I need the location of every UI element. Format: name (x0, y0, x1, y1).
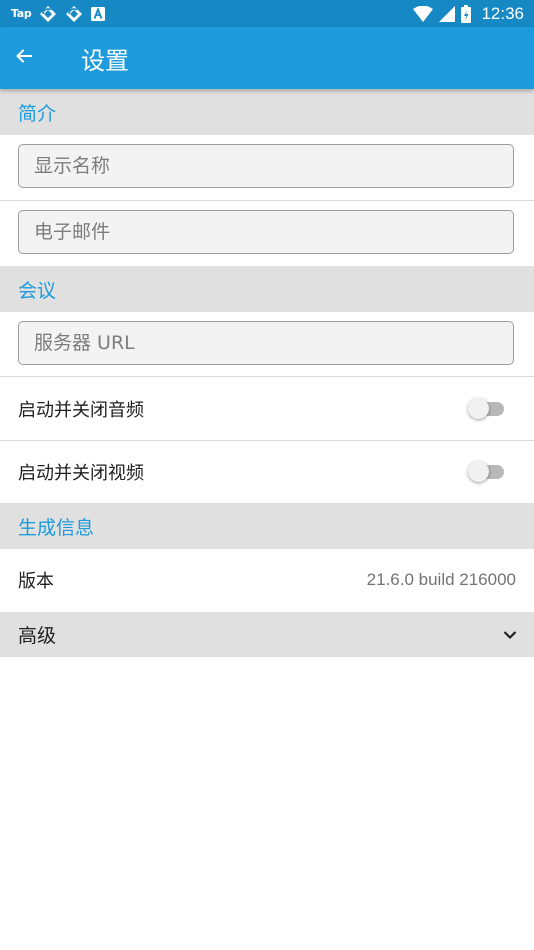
email-field[interactable] (18, 210, 514, 254)
video-muted-row[interactable]: 启动并关闭视频 (0, 441, 534, 503)
back-button[interactable] (0, 34, 48, 82)
section-header-profile: 简介 (0, 89, 534, 135)
advanced-label: 高级 (18, 625, 57, 647)
display-name-field[interactable] (18, 144, 514, 188)
email-input[interactable] (19, 210, 513, 254)
audio-muted-switch[interactable] (468, 397, 504, 421)
wifi-icon (413, 5, 434, 22)
signal-icon (439, 5, 456, 22)
audio-muted-row[interactable]: 启动并关闭音频 (0, 378, 534, 440)
switch-thumb (468, 461, 489, 482)
sync-icon (39, 5, 57, 23)
section-title-conference: 会议 (18, 279, 57, 302)
server-url-input[interactable] (19, 321, 513, 365)
a-app-icon (91, 6, 106, 21)
version-value: 21.6.0 build 216000 (366, 570, 516, 589)
video-muted-label: 启动并关闭视频 (18, 463, 144, 484)
sync-icon (65, 5, 83, 23)
divider (0, 376, 534, 377)
version-label: 版本 (18, 571, 54, 592)
audio-muted-label: 启动并关闭音频 (18, 400, 144, 421)
status-bar-notifications: Tap (0, 5, 106, 23)
chevron-down-icon (503, 630, 517, 640)
video-muted-switch[interactable] (468, 460, 504, 484)
section-header-conference: 会议 (0, 266, 534, 312)
page-title: 设置 (81, 46, 129, 75)
switch-thumb (468, 398, 489, 419)
section-title-build: 生成信息 (18, 516, 95, 539)
arrow-back-icon (15, 47, 33, 69)
version-row: 版本 21.6.0 build 216000 (0, 549, 534, 611)
status-bar-system: 12:36 (413, 4, 534, 24)
display-name-input[interactable] (19, 144, 513, 188)
divider (0, 200, 534, 201)
server-url-field[interactable] (18, 321, 514, 365)
app-bar: 设置 (0, 27, 534, 89)
tap-app-icon: Tap (11, 7, 32, 20)
battery-icon (461, 4, 472, 23)
section-title-profile: 简介 (18, 102, 57, 125)
section-header-build: 生成信息 (0, 503, 534, 549)
status-bar: Tap 12:36 (0, 0, 534, 27)
status-time: 12:36 (481, 3, 524, 23)
advanced-section-toggle[interactable]: 高级 (0, 612, 534, 657)
